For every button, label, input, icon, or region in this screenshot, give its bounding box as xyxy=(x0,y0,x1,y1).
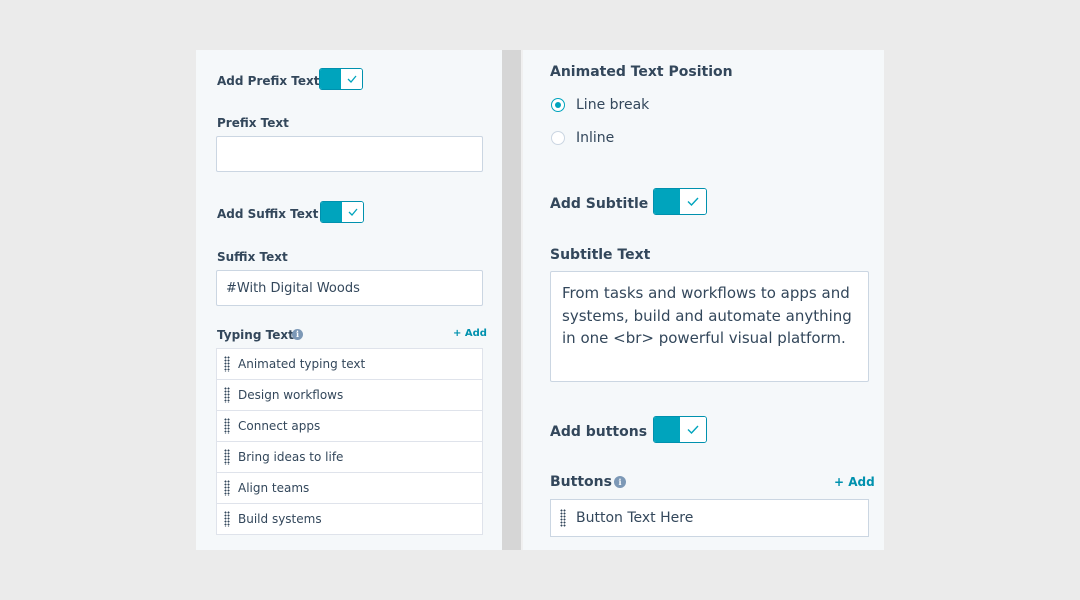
add-button-link[interactable]: + Add xyxy=(834,475,875,489)
animated-text-position-label: Animated Text Position xyxy=(550,64,733,80)
add-buttons-toggle[interactable] xyxy=(653,416,707,443)
radio-line-break-label[interactable]: Line break xyxy=(576,97,649,113)
button-item-label: Button Text Here xyxy=(576,510,694,526)
checkmark-icon xyxy=(687,425,699,434)
drag-handle-icon[interactable] xyxy=(224,511,230,527)
subtitle-text-label: Subtitle Text xyxy=(550,247,651,263)
list-item[interactable]: Animated typing text xyxy=(216,348,483,380)
suffix-text-label: Suffix Text xyxy=(217,250,288,264)
list-item-label: Design workflows xyxy=(238,388,344,402)
prefix-text-input[interactable] xyxy=(216,136,483,172)
list-item-label: Animated typing text xyxy=(238,357,366,371)
subtitle-text-area[interactable]: From tasks and workflows to apps and sys… xyxy=(550,271,869,382)
list-item-label: Align teams xyxy=(238,481,310,495)
list-item-label: Build systems xyxy=(238,512,322,526)
list-item[interactable]: Button Text Here xyxy=(550,499,869,537)
radio-inline-label[interactable]: Inline xyxy=(576,130,614,146)
add-subtitle-toggle[interactable] xyxy=(653,188,707,215)
drag-handle-icon[interactable] xyxy=(224,480,230,496)
list-item[interactable]: Bring ideas to life xyxy=(216,441,483,473)
right-settings-panel: Animated Text Position Line break Inline… xyxy=(523,50,884,550)
add-prefix-text-label: Add Prefix Text xyxy=(217,74,320,88)
drag-handle-icon[interactable] xyxy=(224,449,230,465)
checkmark-icon xyxy=(348,208,357,216)
add-suffix-text-label: Add Suffix Text xyxy=(217,207,319,221)
list-item[interactable]: Build systems xyxy=(216,503,483,535)
drag-handle-icon[interactable] xyxy=(560,509,566,527)
prefix-text-label: Prefix Text xyxy=(217,116,289,130)
left-settings-panel: Add Prefix Text Prefix Text Add Suffix T… xyxy=(196,50,502,550)
panel-divider xyxy=(502,50,521,550)
add-suffix-text-toggle[interactable] xyxy=(320,201,364,223)
checkmark-icon xyxy=(347,75,356,83)
list-item-label: Bring ideas to life xyxy=(238,450,344,464)
info-icon[interactable]: i xyxy=(292,329,303,340)
drag-handle-icon[interactable] xyxy=(224,387,230,403)
drag-handle-icon[interactable] xyxy=(224,356,230,372)
list-item[interactable]: Align teams xyxy=(216,472,483,504)
list-item[interactable]: Design workflows xyxy=(216,379,483,411)
buttons-label: Buttons xyxy=(550,474,612,490)
typing-text-list: Animated typing text Design workflows Co… xyxy=(216,348,483,535)
suffix-text-input[interactable] xyxy=(216,270,483,306)
add-typing-text-link[interactable]: + Add xyxy=(453,328,487,339)
list-item[interactable]: Connect apps xyxy=(216,410,483,442)
list-item-label: Connect apps xyxy=(238,419,321,433)
typing-text-label: Typing Text xyxy=(217,328,294,342)
info-icon[interactable]: i xyxy=(614,476,626,488)
add-subtitle-label: Add Subtitle xyxy=(550,196,649,212)
radio-inline[interactable] xyxy=(551,131,565,145)
add-buttons-label: Add buttons xyxy=(550,424,648,440)
radio-line-break[interactable] xyxy=(551,98,565,112)
drag-handle-icon[interactable] xyxy=(224,418,230,434)
add-prefix-text-toggle[interactable] xyxy=(319,68,363,90)
checkmark-icon xyxy=(687,197,699,206)
